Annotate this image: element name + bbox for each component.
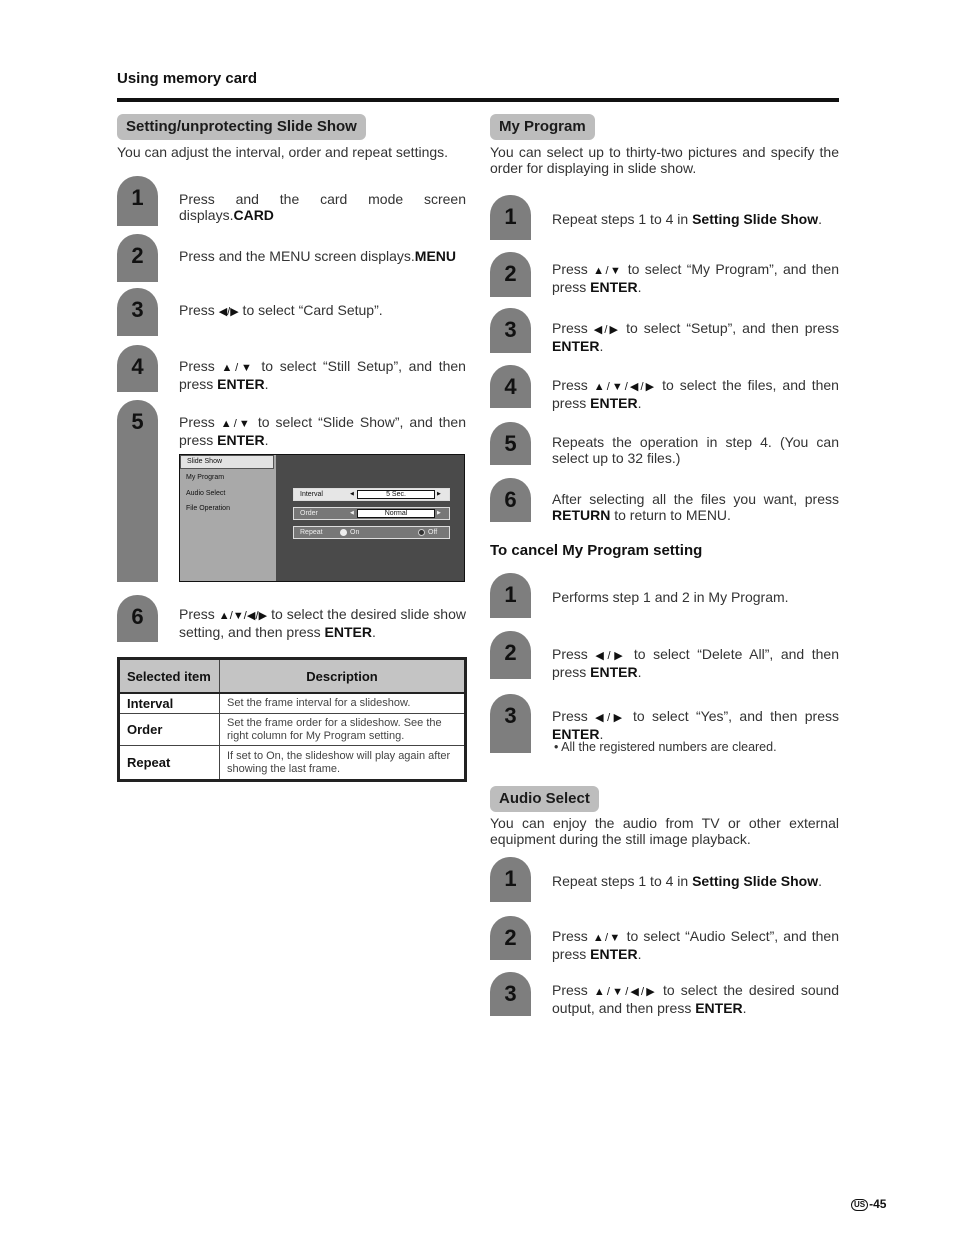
- table-header-description: Description: [219, 658, 466, 694]
- step-badge: 1: [490, 573, 531, 618]
- section-title-my-program: My Program: [490, 114, 595, 140]
- left-arrow-icon: ◀: [350, 491, 354, 497]
- left-arrow-icon: ◀: [350, 510, 354, 516]
- key-name: MENU: [414, 248, 457, 264]
- arrow-keys-icon: ▲/▼: [220, 418, 252, 430]
- key-name: ENTER: [217, 432, 265, 448]
- key-name: CARD: [233, 207, 274, 223]
- step-text: Press and the MENU screen displays.MENU: [179, 248, 457, 264]
- option-row-repeat: Repeat On Off: [293, 526, 450, 539]
- section-title-audio-select: Audio Select: [490, 786, 599, 812]
- cancel-subheading: To cancel My Program setting: [490, 542, 703, 559]
- step-text: Press ▲/▼ to select “Slide Show”, and th…: [179, 414, 466, 448]
- section-title-slide-show: Setting/unprotecting Slide Show: [117, 114, 366, 140]
- step-text: After selecting all the files you want, …: [552, 491, 839, 523]
- arrow-keys-icon: ◀/▶: [593, 324, 621, 336]
- step-badge: 1: [490, 195, 531, 240]
- screen-menu-panel: Slide Show My Program Audio Select File …: [180, 455, 276, 581]
- key-name: ENTER: [590, 664, 638, 680]
- key-name: RETURN: [552, 507, 611, 523]
- step-badge: 6: [117, 595, 158, 642]
- step-text: Press ◀/▶ to select “Delete All”, and th…: [552, 646, 839, 680]
- menu-item-audio-select: Audio Select: [186, 490, 226, 497]
- step-text: Press ◀/▶ to select “Card Setup”.: [179, 302, 383, 318]
- table-row: Repeat If set to On, the slideshow will …: [118, 745, 466, 781]
- table-row: Interval Set the frame interval for a sl…: [118, 692, 466, 714]
- step-badge: 4: [490, 365, 531, 408]
- key-name: Setting Slide Show: [692, 211, 819, 227]
- menu-item-file-operation: File Operation: [186, 505, 230, 512]
- step-badge: 2: [490, 631, 531, 679]
- arrow-keys-icon: ◀/▶: [595, 650, 627, 662]
- menu-screen-illustration: Slide Show My Program Audio Select File …: [179, 454, 465, 582]
- key-name: ENTER: [590, 279, 638, 295]
- key-name: ENTER: [695, 1000, 743, 1016]
- my-program-intro: You can select up to thirty-two pictures…: [490, 144, 839, 176]
- arrow-keys-icon: ▲/▼: [221, 362, 255, 374]
- table-header-item: Selected item: [118, 658, 220, 694]
- arrow-keys-icon: ▲/▼: [592, 932, 622, 944]
- arrow-keys-icon: ◀/▶: [218, 306, 239, 318]
- step-text: Repeat steps 1 to 4 in Setting Slide Sho…: [552, 211, 822, 227]
- step-badge: 1: [117, 176, 158, 226]
- us-region-icon: US: [851, 1199, 869, 1211]
- step-text: Press ▲/▼/◀/▶ to select the desired soun…: [552, 982, 839, 1016]
- audio-select-intro: You can enjoy the audio from TV or other…: [490, 815, 839, 847]
- step-badge: 2: [490, 916, 531, 960]
- arrow-keys-icon: ▲/▼/◀/▶: [593, 986, 657, 998]
- step-text: Press ◀/▶ to select “Yes”, and then pres…: [552, 708, 839, 742]
- key-name: ENTER: [324, 624, 372, 640]
- option-row-order: Order ◀ Normal ▶: [293, 507, 450, 520]
- step-text: Press ◀/▶ to select “Setup”, and then pr…: [552, 320, 839, 354]
- option-row-interval: Interval ◀ 5 Sec. ▶: [293, 488, 450, 501]
- note-bullet: • All the registered numbers are cleared…: [554, 740, 777, 754]
- step-text: Repeats the operation in step 4. (You ca…: [552, 434, 839, 466]
- right-arrow-icon: ▶: [437, 491, 441, 497]
- radio-off-icon: [418, 529, 425, 536]
- page-header: Using memory card: [117, 70, 258, 87]
- key-name: ENTER: [590, 946, 638, 962]
- step-text: Press and the card mode screen displays.…: [179, 191, 466, 223]
- step-badge: 4: [117, 345, 158, 392]
- header-rule: [117, 98, 839, 102]
- step-badge: 1: [490, 857, 531, 902]
- key-name: Setting Slide Show: [692, 873, 819, 889]
- arrow-keys-icon: ◀/▶: [595, 712, 626, 724]
- step-badge: 6: [490, 478, 531, 522]
- menu-item-slide-show: Slide Show: [180, 455, 274, 469]
- step-badge: 3: [490, 308, 531, 353]
- order-value: Normal: [357, 509, 435, 518]
- step-text: Press ▲/▼ to select “Still Setup”, and t…: [179, 358, 466, 392]
- step-badge: 2: [117, 234, 158, 282]
- step-badge: 3: [490, 694, 531, 753]
- key-name: ENTER: [590, 395, 638, 411]
- key-name: ENTER: [552, 338, 600, 354]
- step-text: Press ▲/▼/◀/▶ to select the files, and t…: [552, 377, 839, 411]
- arrow-keys-icon: ▲/▼/◀/▶: [593, 381, 657, 393]
- step-badge: 2: [490, 252, 531, 297]
- settings-table: Selected item Description Interval Set t…: [117, 657, 467, 782]
- step-badge: 5: [117, 400, 158, 582]
- step-badge: 3: [117, 288, 158, 336]
- step-badge: 3: [490, 972, 531, 1016]
- step-text: Repeat steps 1 to 4 in Setting Slide Sho…: [552, 873, 822, 889]
- step-badge: 5: [490, 422, 531, 465]
- interval-value: 5 Sec.: [357, 490, 435, 499]
- page-number: US -45: [851, 1197, 886, 1211]
- table-row: Order Set the frame order for a slidesho…: [118, 713, 466, 746]
- arrow-keys-icon: ▲/▼/◀/▶: [218, 610, 268, 622]
- section-intro: You can adjust the interval, order and r…: [117, 144, 449, 160]
- step-text: Press ▲/▼/◀/▶ to select the desired slid…: [179, 606, 466, 640]
- arrow-keys-icon: ▲/▼: [593, 265, 623, 277]
- step-text: Performs step 1 and 2 in My Program.: [552, 589, 789, 605]
- menu-item-my-program: My Program: [186, 474, 225, 481]
- key-name: ENTER: [217, 376, 265, 392]
- step-text: Press ▲/▼ to select “My Program”, and th…: [552, 261, 839, 295]
- radio-on-icon: [340, 529, 347, 536]
- step-text: Press ▲/▼ to select “Audio Select”, and …: [552, 928, 839, 962]
- right-arrow-icon: ▶: [437, 510, 441, 516]
